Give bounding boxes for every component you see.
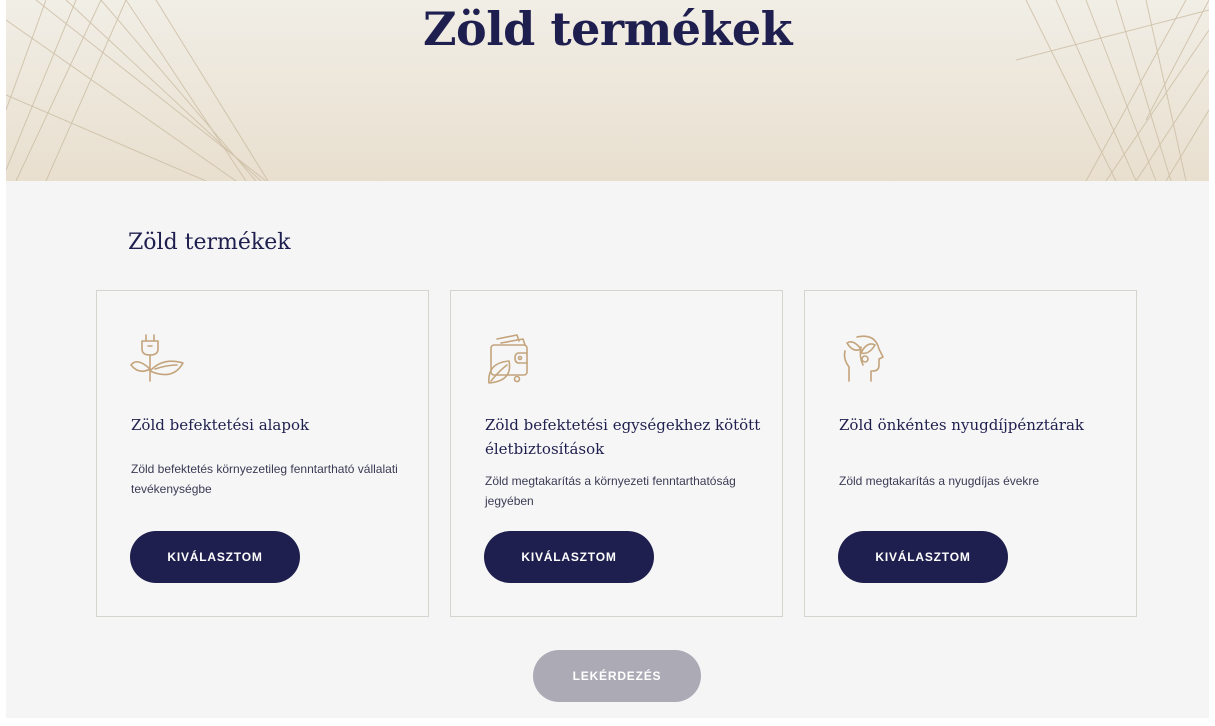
card-description: Zöld befektetés környezetileg fenntartha… [131, 462, 398, 496]
card-description: Zöld megtakarítás a környezeti fenntarth… [485, 474, 736, 508]
product-card-unit-linked-insurance: Zöld befektetési egységekhez kötött élet… [450, 290, 783, 617]
hero-title: Zöld termékek [422, 2, 793, 56]
product-card-investment-funds: Zöld befektetési alapok Zöld befektetés … [96, 290, 429, 617]
card-title: Zöld befektetési alapok [131, 416, 310, 434]
card-title: Zöld önkéntes nyugdíjpénztárak [839, 416, 1084, 434]
page: Zöld termékek Zöld termékek Zöld befekte… [0, 0, 1215, 726]
select-button[interactable]: KIVÁLASZTOM [838, 531, 1008, 583]
wallet-leaf-icon [488, 334, 528, 384]
card-description: Zöld megtakarítás a nyugdíjas évekre [839, 474, 1040, 488]
select-button[interactable]: KIVÁLASZTOM [484, 531, 654, 583]
content-frame: Zöld termékek Zöld termékek Zöld befekte… [6, 0, 1209, 718]
hero-banner: Zöld termékek [6, 0, 1209, 181]
product-card-pension-funds: Zöld önkéntes nyugdíjpénztárak Zöld megt… [804, 290, 1137, 617]
plug-plant-icon [130, 334, 184, 382]
head-leaf-icon [843, 335, 884, 382]
card-title: Zöld befektetési egységekhez kötött élet… [485, 416, 761, 458]
section-title: Zöld termékek [128, 230, 291, 255]
query-button[interactable]: LEKÉRDEZÉS [533, 650, 701, 702]
select-button[interactable]: KIVÁLASZTOM [130, 531, 300, 583]
